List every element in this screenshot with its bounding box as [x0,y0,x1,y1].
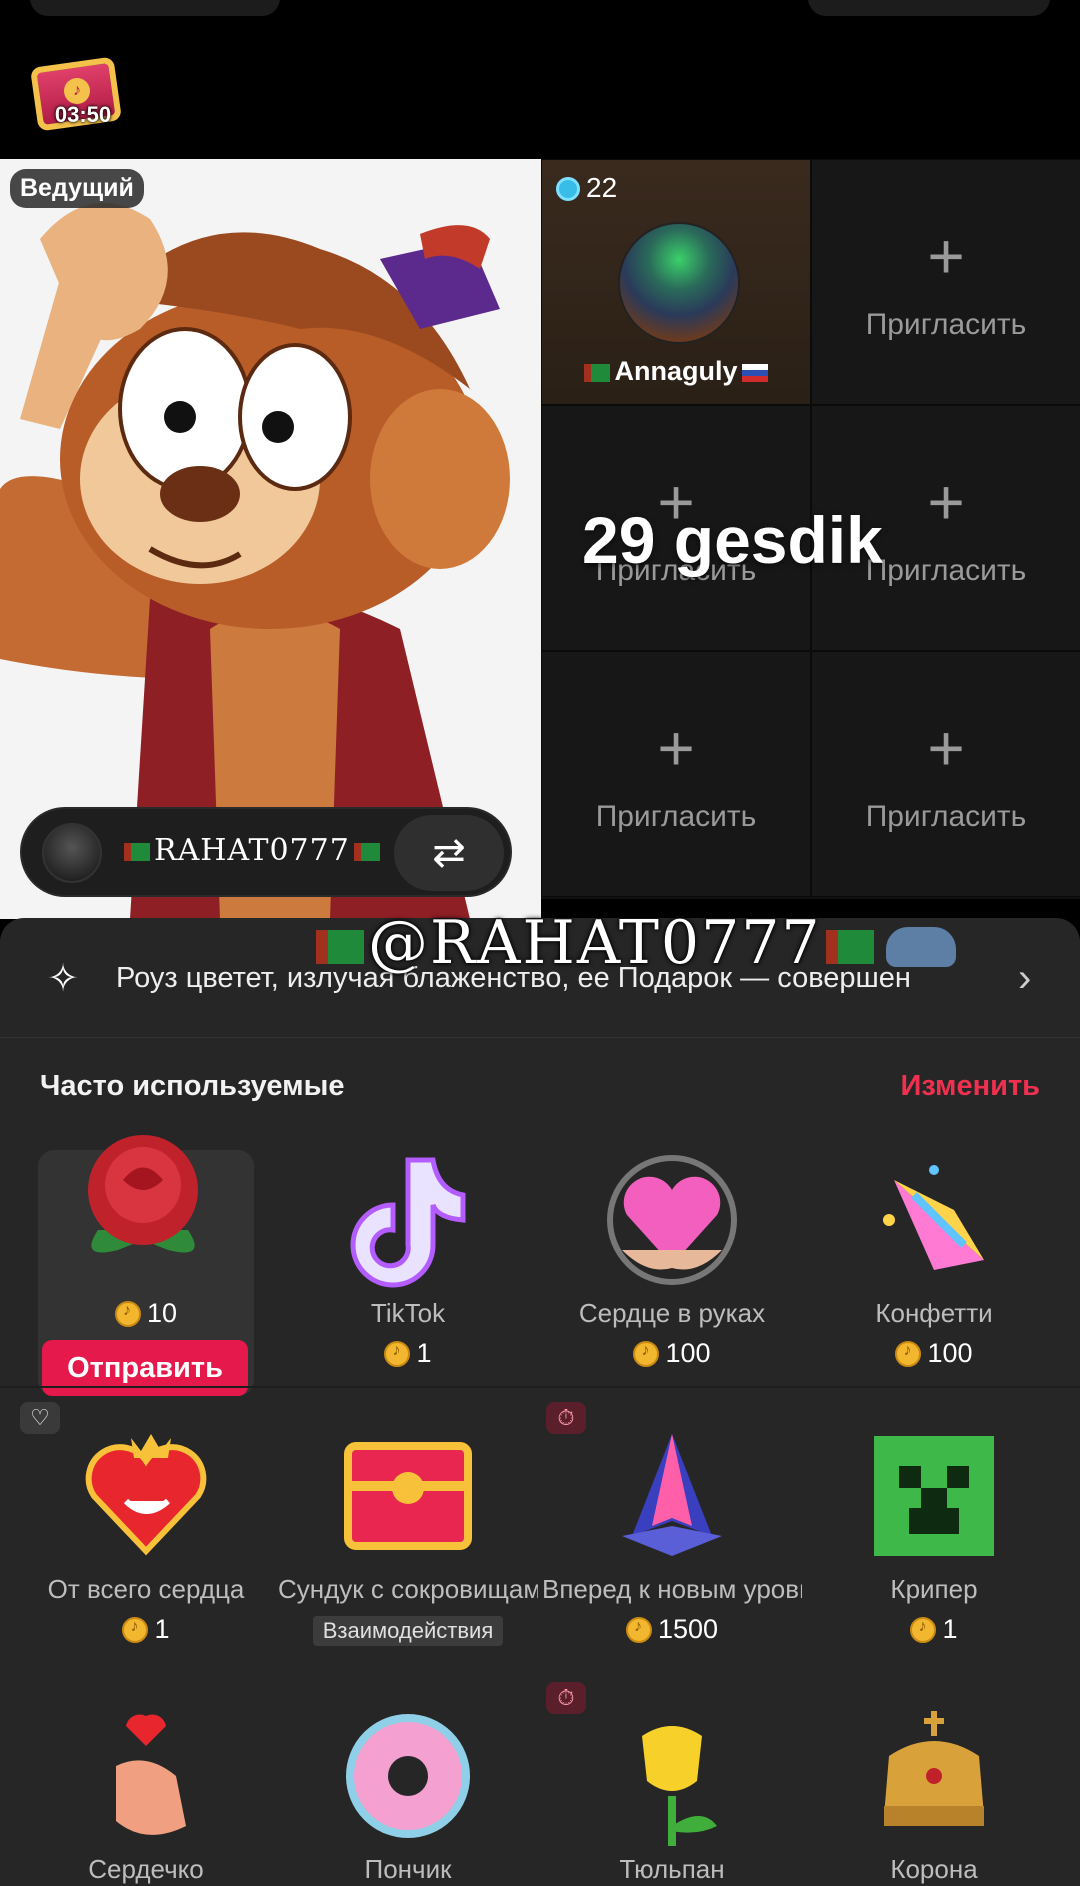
gift-name: Вперед к новым уровн... [542,1574,802,1604]
rose-icon [88,1135,198,1253]
treasure-chest-timer[interactable]: ♪ 03:50 [28,46,126,134]
gift-confetti[interactable]: Конфетти 100 [804,1150,1064,1400]
gift-tag-row: Взаимодействия [278,1614,538,1646]
coin-icon [910,1617,937,1643]
flag-icon [124,843,150,861]
invite-seat[interactable]: + Пригласить [541,651,811,897]
gift-donut[interactable]: Пончик [278,1706,538,1886]
watermark: @RAHAT0777 [312,908,956,978]
crown-icon [884,1711,984,1826]
gift-name: Тюльпан [619,1854,725,1884]
chest-timer-text: 03:50 [54,102,112,127]
rocket-pyramid-icon [622,1434,722,1556]
flag-icon [316,930,364,965]
gift-treasure-chest[interactable]: Сундук с сокровищами Взаимодействия [278,1426,538,1676]
invite-label: Пригласить [865,800,1027,833]
swap-button[interactable]: ⇄ [394,815,504,891]
interaction-tag: Взаимодействия [312,1616,504,1646]
gift-name: Корона [890,1854,978,1884]
gift-price: 1 [16,1614,276,1645]
guest-seat-1[interactable]: 22 Annaguly [541,159,811,405]
overlay-caption: 29 gesdik [582,503,883,577]
gift-price: 1 [278,1338,538,1369]
flag-icon [741,363,768,382]
watermark-text: @RAHAT0777 [368,908,822,978]
gift-name: Конфетти [875,1298,993,1328]
tiktok-note-icon: ♪ [64,78,90,104]
open-book-sparkle-icon: ✧ [47,958,79,1000]
plus-icon: + [657,712,695,784]
gift-name: От всего сердца [47,1574,245,1604]
people-hugging-icon [885,927,956,968]
guest-name-row: Annaguly [542,356,810,387]
gift-name: Сундук с сокровищами [278,1574,538,1604]
gift-rose[interactable]: 10 Отправить [38,1135,254,1396]
treasure-chest-icon [344,1442,472,1550]
gift-from-heart[interactable]: От всего сердца 1 [16,1426,276,1676]
gift-level-up[interactable]: Вперед к новым уровн... 1500 [542,1426,802,1676]
host-avatar-image [0,159,541,919]
donut-icon [346,1714,470,1838]
tulip-icon [642,1726,717,1846]
gift-name: Крипер [890,1574,978,1604]
gift-name: Пончик [364,1854,452,1884]
diamond-icon [556,177,580,201]
invite-seat[interactable]: + Пригласить [811,651,1080,897]
coin-icon [895,1341,922,1367]
host-name: RAHAT0777 [154,833,350,868]
party-popper-icon [883,1165,984,1270]
invite-label: Пригласить [595,800,757,833]
host-avatar[interactable] [42,823,102,883]
host-badge: Ведущий [10,169,144,208]
coin-icon [625,1617,652,1643]
host-name-row: RAHAT0777 [120,833,384,868]
flag-icon [353,843,380,861]
guest-score: 22 [556,172,617,204]
section-title: Часто используемые [40,1070,345,1102]
gift-price: 1 [804,1614,1064,1645]
plus-icon: + [927,712,965,784]
flag-icon [584,363,611,382]
top-right-pill[interactable] [808,0,1050,16]
gift-tulip[interactable]: Тюльпан [542,1706,802,1886]
gift-price: 100 [542,1338,802,1369]
invite-label: Пригласить [865,308,1027,341]
heart-in-hands-icon [607,1155,737,1285]
gift-name: Сердце в руках [578,1298,766,1328]
gift-price: 100 [804,1338,1064,1369]
gift-price: 1500 [542,1614,802,1645]
guest-score-value: 22 [586,172,618,203]
coin-icon [114,1301,141,1327]
gift-sheet: ✧ Роуз цветет, излучая блаженство, ее По… [0,918,1080,1886]
row-divider [0,1386,1080,1388]
coin-icon [384,1341,411,1367]
finger-heart-icon [116,1714,186,1835]
coin-icon [122,1617,149,1643]
gift-finger-heart[interactable]: Сердечко [16,1706,276,1886]
guest-name: Annaguly [614,356,738,386]
top-bar: ♪ 03:50 [0,0,1080,159]
coin-icon [633,1341,660,1367]
smiling-heart-icon [85,1434,207,1556]
top-left-pill[interactable] [30,0,280,16]
gift-heart-in-hands[interactable]: Сердце в руках 100 [542,1150,802,1400]
guest-avatar[interactable] [618,222,740,344]
gift-price: 10 [38,1298,254,1329]
edit-link[interactable]: Изменить [901,1070,1041,1103]
plus-icon: + [927,220,965,292]
host-name-bar[interactable]: RAHAT0777 ⇄ [20,807,512,897]
gift-name: Сердечко [88,1854,204,1884]
host-video-panel[interactable]: Ведущий RAHAT0777 ⇄ [0,159,541,919]
gift-crown[interactable]: Корона [804,1706,1064,1886]
creeper-icon [874,1436,994,1556]
gift-creeper[interactable]: Крипер 1 [804,1426,1064,1676]
swap-arrows-icon: ⇄ [432,831,466,875]
gift-tiktok[interactable]: TikTok 1 [278,1150,538,1400]
gift-name: TikTok [370,1298,446,1328]
tiktok-logo-icon [350,1157,466,1288]
invite-seat[interactable]: + Пригласить [811,159,1080,405]
chevron-right-icon[interactable]: › [1018,956,1031,1001]
flag-icon [825,930,874,965]
